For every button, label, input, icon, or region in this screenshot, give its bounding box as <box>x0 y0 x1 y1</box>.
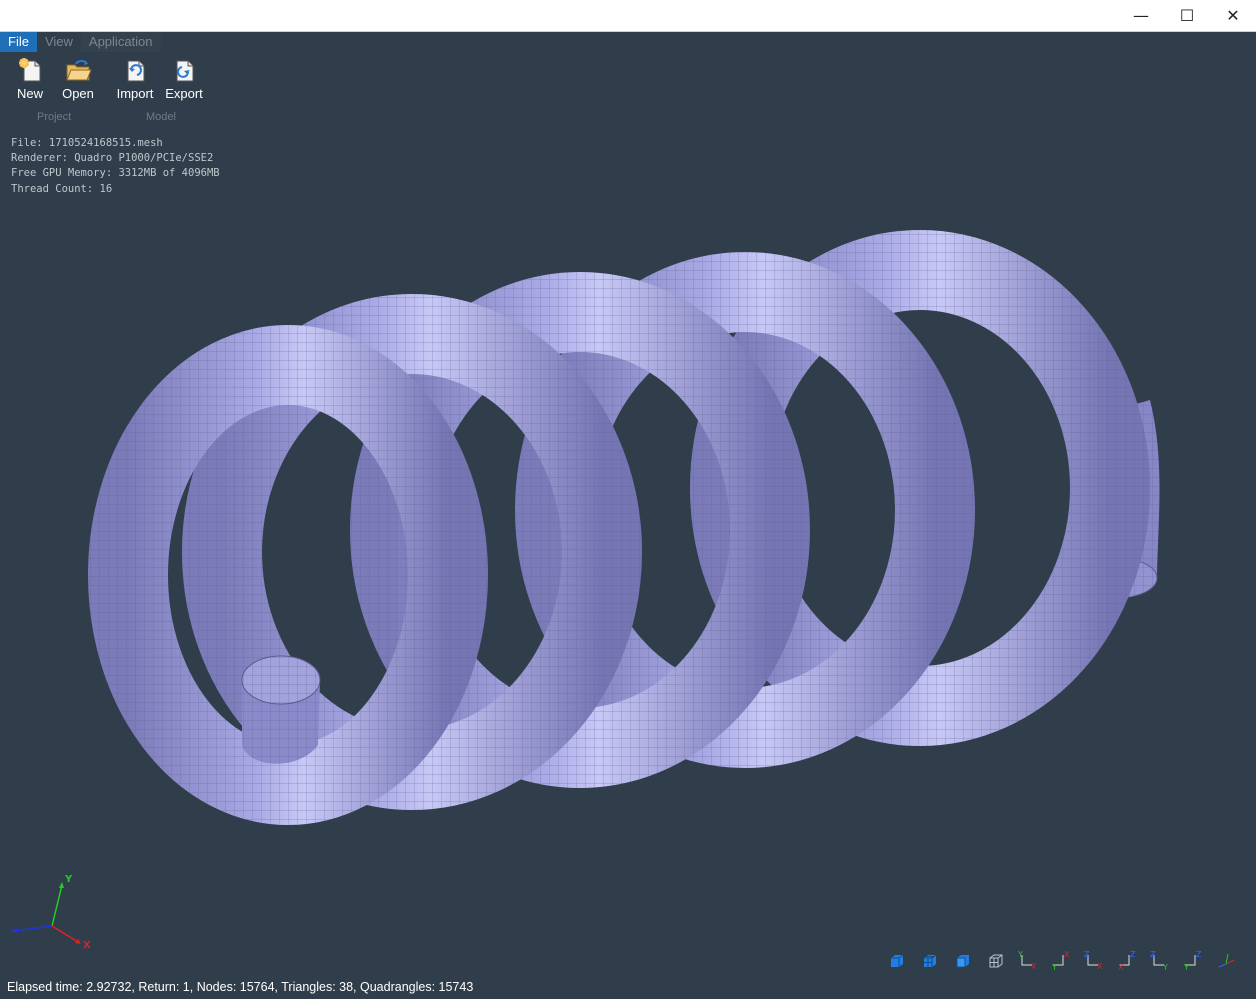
isometric-view-icon <box>1218 953 1234 968</box>
shaded-mesh-view-button[interactable] <box>913 946 946 976</box>
import-icon <box>127 60 145 82</box>
model-group-label: Model <box>146 111 176 123</box>
view-yz-label-2: Y <box>1183 963 1189 972</box>
new-file-icon <box>19 58 41 82</box>
new-button-label: New <box>16 86 43 101</box>
shaded-mesh-cube-icon <box>923 954 936 967</box>
import-button[interactable]: Import <box>109 56 161 101</box>
y-axis-line <box>51 884 63 927</box>
project-group-label: Project <box>37 111 72 123</box>
x-axis-line <box>51 925 79 943</box>
open-folder-icon <box>66 60 92 81</box>
spring-mesh <box>88 230 1160 825</box>
y-axis-arrow <box>59 882 64 888</box>
z-axis-arrow <box>11 928 17 933</box>
info-renderer: Renderer: Quadro P1000/PCIe/SSE2 <box>11 152 214 165</box>
wireframe-view-button[interactable] <box>979 946 1012 976</box>
view-yx-label-2: X <box>1064 950 1070 959</box>
open-button[interactable]: Open <box>52 56 104 101</box>
view-yx-icon: Y X <box>1051 950 1070 972</box>
view-xy-label-1: Y <box>1017 950 1023 959</box>
view-zx-icon: Z X <box>1084 950 1103 971</box>
import-button-label: Import <box>116 86 154 101</box>
view-yz-button[interactable]: Z Y <box>1177 946 1210 976</box>
z-axis-line <box>13 925 53 932</box>
isometric-view-button[interactable] <box>1210 946 1243 976</box>
view-xz-label-1: Z <box>1130 950 1136 959</box>
view-yz-icon: Z Y <box>1183 950 1202 972</box>
view-xy-icon: Y X <box>1017 950 1037 971</box>
front-view-button[interactable] <box>946 946 979 976</box>
y-axis-label: Y <box>64 874 73 885</box>
mesh-cut-end-left <box>241 655 321 764</box>
wireframe-cube-icon <box>989 954 1002 968</box>
info-thread-count: Thread Count: 16 <box>11 182 113 195</box>
axis-triad: Y X <box>11 874 91 951</box>
view-xz-label-2: X <box>1118 963 1124 972</box>
view-zx-label-1: Z <box>1084 950 1090 959</box>
view-yz-label-1: Z <box>1196 950 1202 959</box>
view-xz-button[interactable]: Z X <box>1111 946 1144 976</box>
export-button-label: Export <box>165 86 203 101</box>
view-zy-label-1: Z <box>1150 950 1156 959</box>
view-xy-label-2: X <box>1031 962 1037 971</box>
new-button[interactable]: New <box>4 56 56 101</box>
view-zy-label-2: Y <box>1162 963 1168 972</box>
view-yx-label-1: Y <box>1051 963 1057 972</box>
view-zx-label-2: X <box>1097 962 1103 971</box>
open-button-label: Open <box>62 86 94 101</box>
view-yx-button[interactable]: Y X <box>1045 946 1078 976</box>
solid-cube-icon <box>890 954 903 967</box>
status-bar-text: Elapsed time: 2.92732, Return: 1, Nodes:… <box>7 980 474 994</box>
export-button[interactable]: Export <box>158 56 210 101</box>
front-cube-icon <box>956 955 969 968</box>
info-gpu-memory: Free GPU Memory: 3312MB of 4096MB <box>11 167 220 180</box>
view-xz-icon: Z X <box>1118 950 1136 972</box>
view-zy-button[interactable]: Z Y <box>1144 946 1177 976</box>
x-axis-label: X <box>83 940 91 951</box>
info-file: File: 1710524168515.mesh <box>11 137 163 149</box>
view-zx-button[interactable]: Z X <box>1078 946 1111 976</box>
view-zy-icon: Z Y <box>1150 950 1168 972</box>
solid-view-button[interactable] <box>880 946 913 976</box>
view-xy-button[interactable]: Y X <box>1012 946 1045 976</box>
viewport-info: File: 1710524168515.mesh Renderer: Quadr… <box>11 136 220 197</box>
export-icon <box>176 60 194 82</box>
view-toolbar: Y X Y X Z X Z X Z Y Z Y <box>880 946 1243 976</box>
